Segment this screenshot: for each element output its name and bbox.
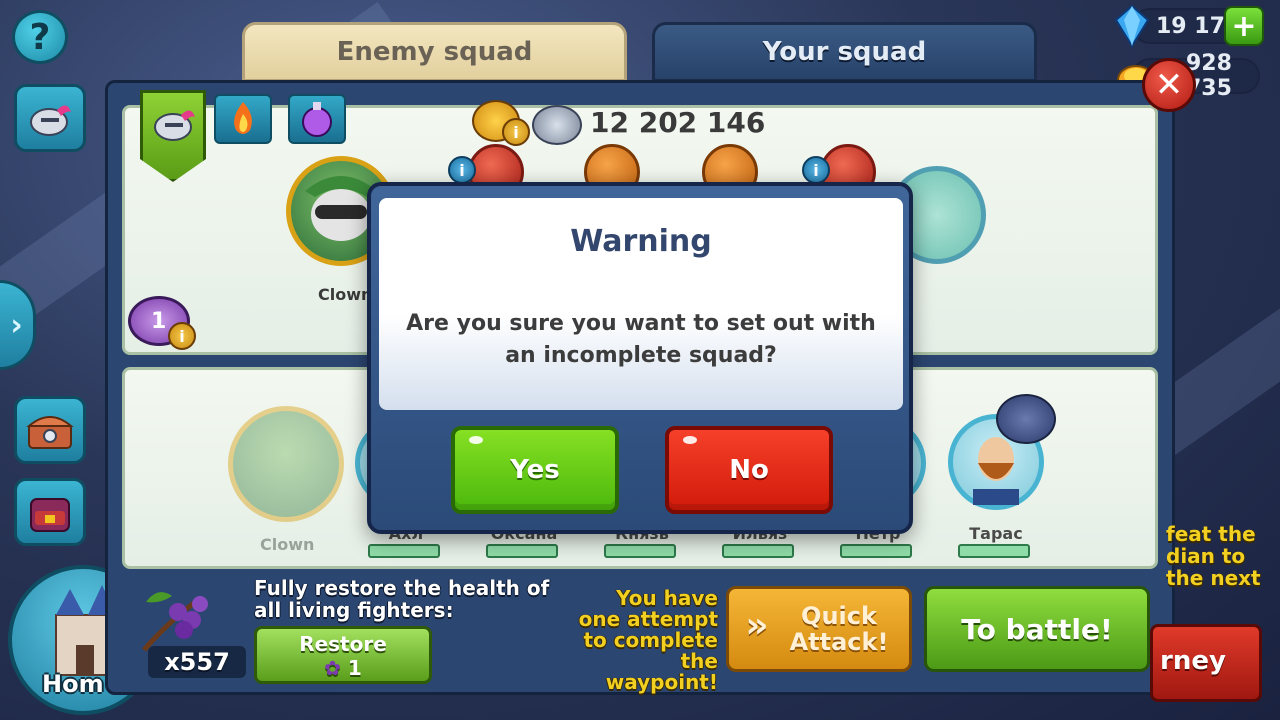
to-battle-label: To battle! bbox=[961, 612, 1113, 646]
health-bar bbox=[604, 544, 676, 558]
knight-helmet-icon bbox=[154, 110, 195, 141]
yes-button[interactable]: Yes bbox=[451, 426, 619, 514]
magic-tab[interactable] bbox=[288, 94, 346, 144]
roster-hero-name: Тарас bbox=[969, 524, 1023, 543]
health-bar bbox=[722, 544, 794, 558]
tab-your-label: Your squad bbox=[762, 37, 927, 67]
no-button[interactable]: No bbox=[665, 426, 833, 514]
tab-enemy-squad[interactable]: Enemy squad bbox=[242, 22, 627, 82]
quick-attack-label: Quick Attack! bbox=[789, 602, 889, 656]
health-bar bbox=[368, 544, 440, 558]
help-button[interactable]: ? bbox=[12, 10, 68, 64]
help-icon: ? bbox=[29, 16, 51, 58]
gems-counter: 19 170 + bbox=[1114, 4, 1264, 48]
attempt-notice: You have one attempt to complete the way… bbox=[578, 586, 718, 694]
restore-cost: 1 bbox=[347, 656, 362, 680]
fast-forward-icon: » bbox=[745, 605, 769, 646]
badge-level: 1 bbox=[151, 309, 167, 334]
info-icon[interactable]: i bbox=[802, 156, 830, 184]
magic-potion-icon bbox=[302, 102, 332, 137]
button-shine bbox=[683, 436, 697, 444]
grape-branch-icon bbox=[142, 592, 208, 652]
knight-helmet-icon bbox=[30, 105, 71, 136]
chevron-right-icon: › bbox=[10, 307, 23, 343]
tab-enemy-label: Enemy squad bbox=[336, 37, 533, 67]
warning-dialog: Warning Are you sure you want to set out… bbox=[367, 182, 913, 534]
buy-gems-button[interactable]: + bbox=[1224, 6, 1264, 46]
treasure-chest-icon bbox=[26, 416, 74, 449]
info-icon[interactable]: i bbox=[448, 156, 476, 184]
inventory-button[interactable] bbox=[14, 478, 86, 546]
info-symbol: i bbox=[459, 160, 465, 180]
no-label: No bbox=[729, 455, 769, 485]
journey-label: rney bbox=[1160, 646, 1226, 676]
squad-power: 12 202 146 bbox=[590, 106, 766, 139]
backpack-icon bbox=[30, 498, 70, 532]
leader-name: Clown bbox=[318, 285, 373, 304]
crossed-swords-icon bbox=[532, 105, 582, 145]
restore-description: Fully restore the health of all living f… bbox=[254, 576, 550, 622]
tab-your-squad[interactable]: Your squad bbox=[652, 22, 1037, 82]
health-bar bbox=[840, 544, 912, 558]
info-icon[interactable]: i bbox=[502, 118, 530, 146]
button-shine bbox=[469, 436, 483, 444]
fire-icon bbox=[234, 102, 252, 134]
health-bar bbox=[958, 544, 1030, 558]
gem-icon bbox=[1114, 4, 1150, 48]
restore-button[interactable]: Restore ✿ 1 bbox=[254, 626, 432, 684]
to-battle-button[interactable]: To battle! bbox=[924, 586, 1150, 672]
home-label: Hom bbox=[42, 670, 104, 698]
dialog-message: Are you sure you want to set out with an… bbox=[406, 311, 876, 368]
fire-tab[interactable] bbox=[214, 94, 272, 144]
dialog-content: Warning Are you sure you want to set out… bbox=[379, 198, 903, 410]
quick-attack-button[interactable]: » Quick Attack! bbox=[726, 586, 912, 672]
gold-value: 928 735 bbox=[1186, 51, 1232, 101]
info-symbol: i bbox=[179, 326, 185, 346]
warning-gear-icon bbox=[996, 394, 1056, 444]
chest-button[interactable] bbox=[14, 396, 86, 464]
restore-label: Restore bbox=[299, 632, 387, 656]
roster-leader-name: Clown bbox=[260, 535, 315, 554]
yes-label: Yes bbox=[510, 455, 560, 485]
defeat-guardian-text: feat the dian to the next bbox=[1166, 522, 1261, 590]
info-symbol: i bbox=[813, 160, 819, 180]
grape-small-icon: ✿ bbox=[324, 656, 341, 680]
close-button[interactable]: ✕ bbox=[1142, 58, 1196, 112]
health-bar bbox=[486, 544, 558, 558]
squad-menu-button[interactable] bbox=[14, 84, 86, 152]
grape-count: x557 bbox=[148, 646, 246, 678]
info-icon[interactable]: i bbox=[168, 322, 196, 350]
info-symbol: i bbox=[513, 122, 519, 142]
dialog-title: Warning bbox=[570, 224, 712, 259]
roster-leader-portrait[interactable] bbox=[228, 406, 344, 522]
restore-cost-row: ✿ 1 bbox=[257, 656, 429, 680]
plus-icon: + bbox=[1231, 8, 1257, 44]
close-icon: ✕ bbox=[1154, 65, 1184, 105]
